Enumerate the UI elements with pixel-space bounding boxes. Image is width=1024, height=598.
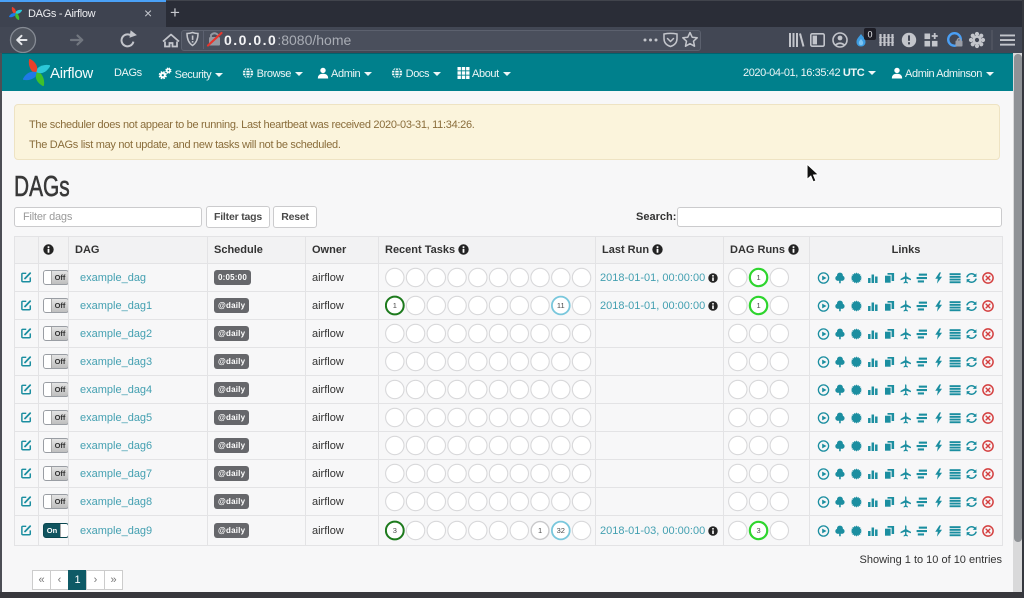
svg-text:1: 1 [756, 273, 760, 282]
svg-text:1: 1 [538, 526, 542, 535]
svg-text:3: 3 [393, 526, 397, 535]
svg-text:0: 0 [867, 30, 872, 40]
svg-text:11: 11 [557, 301, 565, 310]
svg-text:3: 3 [756, 526, 760, 535]
svg-text:32: 32 [557, 526, 565, 535]
svg-text:1: 1 [756, 301, 760, 310]
svg-text:1: 1 [393, 301, 397, 310]
